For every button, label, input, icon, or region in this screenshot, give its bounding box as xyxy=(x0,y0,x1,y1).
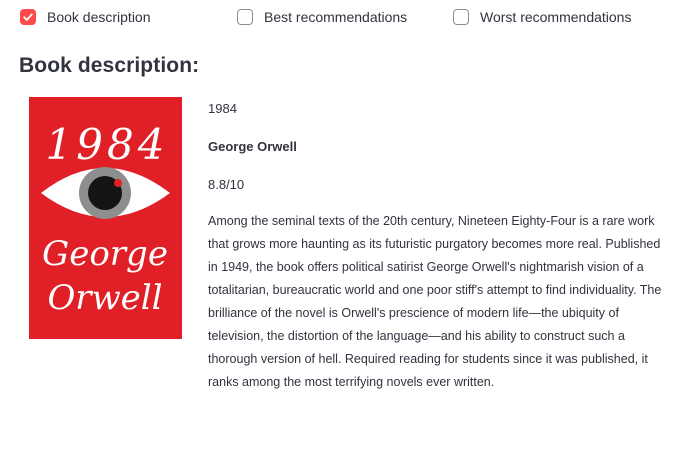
cover-author-first: George xyxy=(42,234,168,274)
book-description-text: Among the seminal texts of the 20th cent… xyxy=(208,214,662,389)
checkbox-unchecked-icon[interactable] xyxy=(237,9,253,25)
book-author: George Orwell xyxy=(208,139,297,154)
worst-recommendations-checkbox[interactable]: Worst recommendations xyxy=(453,6,631,28)
best-recommendations-label: Best recommendations xyxy=(264,9,408,25)
book-description-label: Book description xyxy=(47,9,151,25)
cover-title-text: 1984 xyxy=(46,120,169,169)
book-description-checkbox[interactable]: Book description xyxy=(20,6,151,28)
section-heading: Book description: xyxy=(19,54,200,77)
book-rating: 8.8/10 xyxy=(208,177,245,192)
checkbox-unchecked-icon[interactable] xyxy=(453,9,469,25)
checkbox-checked-icon[interactable] xyxy=(20,9,36,25)
worst-recommendations-label: Worst recommendations xyxy=(480,9,632,25)
cover-author-last: Orwell xyxy=(47,278,162,318)
book-title: 1984 xyxy=(208,101,237,116)
best-recommendations-checkbox[interactable]: Best recommendations xyxy=(237,6,407,28)
book-description-page: Book description Best recommendations Wo… xyxy=(0,0,682,457)
book-cover-art: 1984 George Orwell xyxy=(29,97,182,339)
book-cover-image: 1984 George Orwell xyxy=(29,97,182,339)
